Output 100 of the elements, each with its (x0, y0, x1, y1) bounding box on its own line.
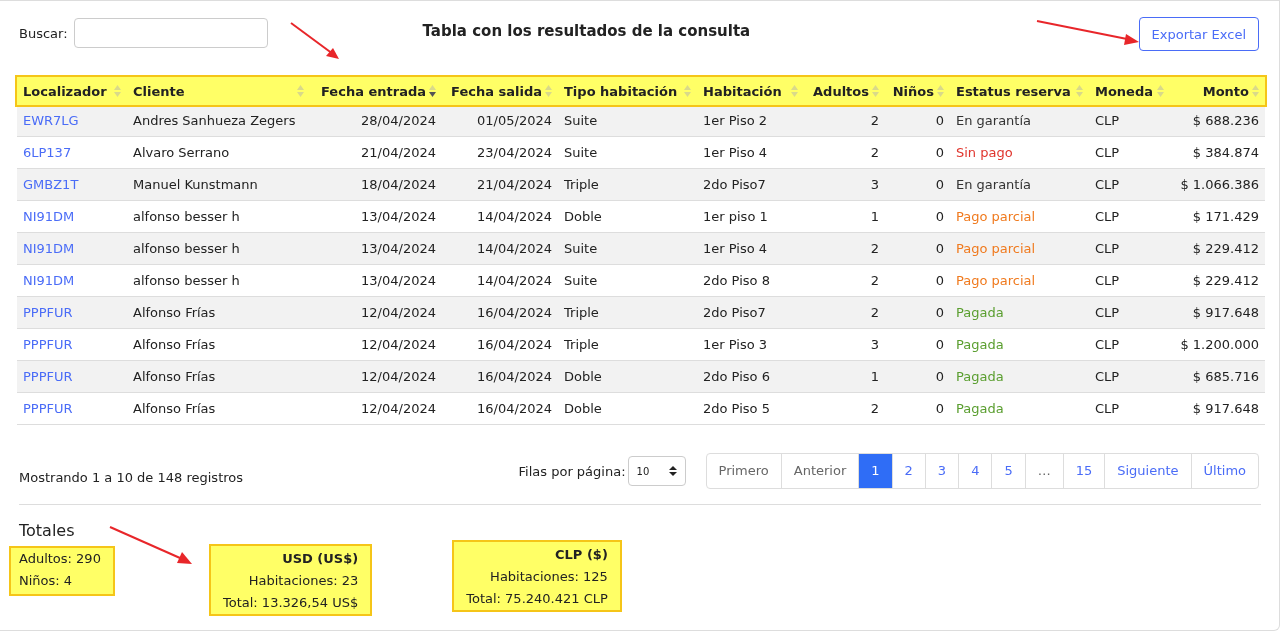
table-cell: 13/04/2024 (361, 241, 436, 256)
table-cell: 14/04/2024 (477, 209, 552, 224)
table-cell: 1 (870, 369, 879, 384)
annotation-title: Tabla con los resultados de la consulta (422, 22, 751, 40)
table-cell: 2do Piso 8 (703, 273, 770, 288)
table-cell: Alfonso Frías (133, 305, 216, 320)
column-header[interactable]: Fecha entrada (321, 83, 426, 99)
status-text: En garantía (956, 177, 1032, 192)
table-cell: 1er Piso 4 (703, 241, 768, 256)
table-cell: Alfonso Frías (133, 337, 216, 352)
status-text: Pago parcial (956, 241, 1036, 256)
totals-line: Niños: 4 (19, 572, 74, 590)
table-cell: 3 (870, 177, 879, 192)
totals-line: Total: 75.240.421 CLP (466, 590, 608, 608)
table-cell: $ 1.066.386 (1180, 177, 1259, 192)
status-text: Sin pago (956, 145, 1013, 160)
status-text: En garantía (956, 113, 1032, 128)
page-link[interactable]: 15 (1062, 454, 1105, 488)
table-cell: Suite (564, 241, 598, 256)
column-header[interactable]: Estatus reserva (956, 83, 1071, 99)
column-header[interactable]: Adultos (813, 83, 869, 99)
table-cell: Alfonso Frías (133, 369, 216, 384)
sort-icon[interactable] (429, 84, 436, 98)
table-cell: 21/04/2024 (361, 145, 436, 160)
table-cell: alfonso besser h (133, 209, 240, 224)
table-cell: 16/04/2024 (477, 337, 552, 352)
table-cell: 12/04/2024 (361, 401, 436, 416)
table-cell: 13/04/2024 (361, 273, 436, 288)
column-header[interactable]: Monto (1202, 83, 1249, 99)
table-cell: 1er Piso 4 (703, 145, 768, 160)
table-cell: 2 (870, 401, 879, 416)
table-cell: Suite (564, 113, 598, 128)
table-cell: 0 (935, 177, 944, 192)
column-header[interactable]: Niños (892, 83, 934, 99)
table-cell: 12/04/2024 (361, 337, 436, 352)
table-cell: 0 (935, 209, 944, 224)
page-size-select[interactable]: 10 (627, 456, 686, 486)
table-cell: 0 (935, 401, 944, 416)
totals-line: Habitaciones: 125 (489, 568, 608, 586)
page-link[interactable]: Siguiente (1104, 454, 1191, 488)
locator-link[interactable]: 6LP137 (23, 145, 72, 160)
totals-line: Total: 13.326,54 US$ (223, 594, 359, 612)
table-cell: 13/04/2024 (361, 209, 436, 224)
totals-line: Habitaciones: 23 (247, 572, 359, 590)
table-cell: $ 688.236 (1192, 113, 1259, 128)
table-cell: Triple (564, 177, 599, 192)
search-field[interactable] (73, 18, 268, 48)
table-cell: 2 (870, 305, 879, 320)
column-header[interactable]: Fecha salida (451, 83, 542, 99)
table-cell: 12/04/2024 (361, 305, 436, 320)
totals-heading: Totales (19, 521, 76, 540)
table-cell: Triple (564, 337, 599, 352)
locator-link[interactable]: PPPFUR (23, 337, 73, 352)
table-cell: Manuel Kunstmann (133, 177, 258, 192)
column-header[interactable]: Tipo habitación (564, 83, 678, 99)
page-link[interactable]: 3 (924, 454, 959, 488)
table-cell: Doble (564, 209, 602, 224)
table-cell: Alfonso Frías (133, 401, 216, 416)
totals-line: Adultos: 290 (19, 550, 102, 568)
table-cell: $ 229.412 (1192, 241, 1259, 256)
table-cell: 2do Piso7 (703, 177, 766, 192)
table-cell: $ 917.648 (1192, 305, 1259, 320)
page-link[interactable]: Último (1190, 454, 1258, 488)
column-header[interactable]: Cliente (133, 83, 185, 99)
table-cell: $ 171.429 (1192, 209, 1259, 224)
table-cell: 0 (935, 145, 944, 160)
locator-link[interactable]: PPPFUR (23, 401, 73, 416)
page-link[interactable]: 2 (891, 454, 925, 488)
table-cell: 18/04/2024 (361, 177, 436, 192)
page-link[interactable]: 1 (858, 454, 892, 488)
page-size-label: Filas por página: (518, 463, 626, 479)
table-cell: 0 (935, 305, 944, 320)
currency-title: USD (US$) (281, 550, 359, 568)
table-cell: 1er Piso 2 (703, 113, 768, 128)
table-cell: Suite (564, 145, 598, 160)
table-cell: 2 (870, 113, 879, 128)
column-header[interactable]: Habitación (703, 83, 782, 99)
locator-link[interactable]: NI91DM (23, 209, 75, 224)
status-text: Pagada (956, 337, 1004, 352)
table-cell: 2 (870, 241, 879, 256)
table-cell: alfonso besser h (133, 273, 240, 288)
page-link[interactable]: 4 (958, 454, 992, 488)
table-cell: 12/04/2024 (361, 369, 436, 384)
table-cell: CLP (1095, 401, 1120, 416)
table-cell: $ 1.200.000 (1180, 337, 1259, 352)
table-cell: 01/05/2024 (477, 113, 552, 128)
table-cell: 14/04/2024 (477, 273, 552, 288)
column-header[interactable]: Moneda (1095, 83, 1154, 99)
search-label: Buscar: (19, 25, 68, 41)
table-cell: 1er Piso 3 (703, 337, 768, 352)
table-cell: 16/04/2024 (477, 401, 552, 416)
table-cell: Triple (564, 305, 599, 320)
locator-link[interactable]: NI91DM (23, 273, 75, 288)
page-link[interactable]: 5 (991, 454, 1025, 488)
table-cell: 28/04/2024 (361, 113, 436, 128)
export-excel-button[interactable]: Exportar Excel (1138, 17, 1259, 51)
table-cell: $ 917.648 (1192, 401, 1259, 416)
table-cell: 0 (935, 241, 944, 256)
table-cell: Andres Sanhueza Zegers (133, 113, 296, 128)
column-header[interactable]: Localizador (23, 83, 107, 99)
